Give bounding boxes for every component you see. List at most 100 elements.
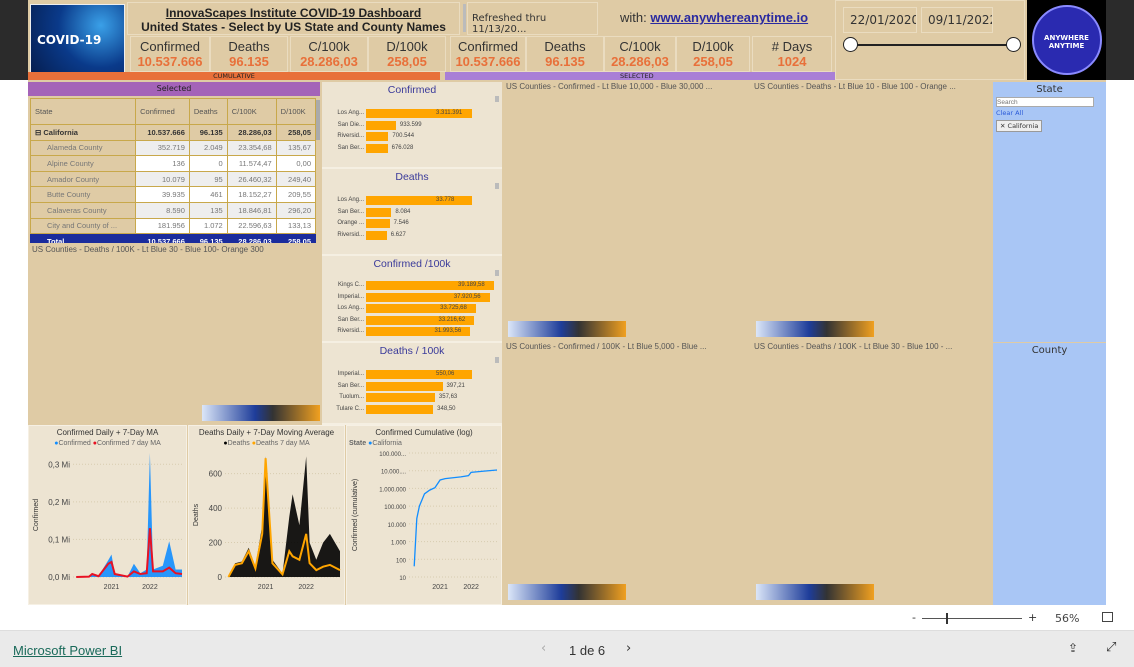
bar-chart-1: Deaths Los Ang... 33.778 San Ber... 8.084 Ora… [322, 169, 502, 256]
zoom-in-button[interactable]: + [1028, 611, 1037, 624]
scrollbar[interactable] [463, 4, 466, 32]
bar-row[interactable]: Los Ang... 33.725,68 [322, 303, 502, 315]
bar[interactable] [366, 404, 434, 414]
chart-deaths-daily: Deaths Daily + 7-Day Moving Average ●Deat… [188, 425, 345, 605]
state-slicer: State Clear All ✕ California [993, 82, 1106, 342]
cumulative-kpi-0: Confirmed 10.537.666 [130, 36, 210, 72]
table-row-state[interactable]: ⊟ California 10.537.666 96.135 28.286,03 258… [29, 124, 317, 141]
county-slicer-title: County [1031, 345, 1068, 356]
legend-item[interactable]: ●Deaths [223, 440, 249, 447]
x-tick-label: 2021 [432, 584, 448, 591]
map-confirmed[interactable]: US Counties - Confirmed - Lt Blue 10,000… [502, 80, 750, 340]
x-tick-label: 2021 [258, 584, 274, 591]
y-tick-label: 600 [209, 470, 223, 479]
y-tick-label: 10 [399, 576, 406, 582]
legend-item[interactable]: ●California [368, 440, 402, 447]
scrollbar[interactable] [495, 96, 499, 102]
zoom-slider-handle[interactable] [946, 613, 948, 624]
bar-row[interactable]: Riversid... 6.627 [322, 230, 502, 242]
share-icon[interactable]: ⇪ [1068, 641, 1078, 655]
bar[interactable] [366, 370, 472, 379]
selected-chip-california[interactable]: ✕ California [996, 120, 1043, 132]
scrollbar[interactable] [495, 183, 499, 189]
bar[interactable] [366, 207, 392, 217]
canvas-margin [0, 0, 28, 80]
bar-row[interactable]: Riversid... 700.544 [322, 131, 502, 143]
slider-end-handle[interactable] [1006, 37, 1021, 52]
series-line [413, 469, 498, 567]
column-header[interactable]: State [29, 98, 137, 125]
column-header[interactable]: Confirmed [135, 98, 190, 125]
fit-page-icon[interactable] [1102, 612, 1113, 622]
legend-item[interactable]: ●Confirmed 7 day MA [93, 440, 161, 447]
bar-row[interactable]: Imperial... 550,06 [322, 369, 502, 381]
bar-row[interactable]: San Die... 933.599 [322, 120, 502, 132]
bar[interactable] [366, 219, 390, 228]
clear-all-link[interactable]: Clear All [996, 109, 1106, 117]
zoom-out-button[interactable]: - [912, 611, 916, 624]
collapse-icon[interactable]: ⊟ [35, 128, 41, 137]
bar-row[interactable]: Imperial... 37.920,56 [322, 292, 502, 304]
bar-row[interactable]: Tulare C... 348,50 [322, 404, 502, 416]
bar-row[interactable]: San Ber... 33.216,62 [322, 315, 502, 327]
slider-start-handle[interactable] [843, 37, 858, 52]
scrollbar[interactable] [495, 357, 499, 363]
bar[interactable] [366, 381, 443, 391]
bar[interactable] [366, 143, 388, 153]
prev-page-icon[interactable]: ‹ [541, 641, 546, 656]
refreshed-label: Refreshed thru 11/13/20... [467, 2, 598, 35]
table-row[interactable]: Alameda County 352.719 2.049 23.354,68 135,6… [29, 139, 317, 157]
bar-row[interactable]: San Ber... 8.084 [322, 207, 502, 219]
zoom-bar: - + 56% [0, 605, 1134, 631]
y-tick-label: 100.000 [384, 505, 406, 511]
column-header[interactable]: Deaths [188, 98, 228, 125]
bar-row[interactable]: Orange ... 7.546 [322, 218, 502, 230]
table-row[interactable]: Butte County 39.935 461 18.152,27 209,55 [29, 186, 317, 203]
next-page-icon[interactable]: › [626, 641, 631, 656]
column-header[interactable]: C/100K [226, 98, 277, 125]
bar-row[interactable]: San Ber... 676.028 [322, 143, 502, 155]
state-search-input[interactable] [996, 97, 1094, 107]
bar[interactable] [366, 393, 435, 402]
y-tick-label: 100 [396, 558, 407, 564]
website-link[interactable]: www.anywhereanytime.io [650, 10, 808, 25]
remove-icon[interactable]: ✕ [1000, 122, 1005, 130]
y-tick-label: 0 [218, 573, 223, 582]
map-deaths-100k[interactable]: US Counties - Deaths / 100K - Lt Blue 30… [750, 340, 992, 605]
scrollbar[interactable] [495, 270, 499, 276]
table-row[interactable]: Calaveras County 8.590 135 18.846,81 296,20 [29, 201, 317, 219]
map-legend-gradient [756, 584, 874, 600]
map-deaths[interactable]: US Counties - Deaths - Lt Blue 10 - Blue… [750, 80, 992, 340]
power-bi-link[interactable]: Microsoft Power BI [13, 643, 122, 658]
bar[interactable] [366, 230, 387, 240]
bar[interactable] [366, 196, 472, 205]
end-date-input[interactable]: 09/11/2022 [921, 7, 993, 33]
legend-item[interactable]: ●Confirmed [54, 440, 91, 447]
bar-chart-0: Confirmed Los Ang... 3.311.391 San Die... 93… [322, 82, 502, 169]
table-row[interactable]: Alpine County 136 0 11.574,47 0,00 [29, 155, 317, 172]
table-row[interactable]: City and County of ... 181.956 1.072 22.596… [29, 217, 317, 235]
table-scrollbar[interactable] [316, 100, 320, 140]
legend-item[interactable]: ●Deaths 7 day MA [252, 440, 310, 447]
selected-kpi-3: D/100k 258,05 [676, 36, 750, 72]
bar-row[interactable]: Kings C... 39.189,58 [322, 280, 502, 292]
bar[interactable] [366, 132, 389, 141]
map-deaths-100k-left[interactable]: US Counties - Deaths / 100K - Lt Blue 30… [28, 243, 320, 425]
zoom-slider[interactable] [922, 618, 1022, 619]
bar-row[interactable]: Riversid... 31.993,56 [322, 326, 502, 338]
cumulative-kpi-2: C/100k 28.286,03 [290, 36, 368, 72]
bar[interactable] [366, 120, 396, 130]
bar-row[interactable]: Los Ang... 3.311.391 [322, 108, 502, 120]
page-subtitle: United States - Select by US State and C… [141, 20, 446, 34]
y-axis-label: Confirmed (cumulative) [352, 479, 359, 551]
start-date-input[interactable]: 22/01/2020 [843, 7, 917, 33]
cumulative-band: CUMULATIVE [28, 72, 440, 80]
page-title: InnovaScapes Institute COVID-19 Dashboar… [165, 6, 422, 20]
table-row[interactable]: Amador County 10.079 95 26.460,32 249,40 [29, 170, 317, 188]
map-confirmed-100k[interactable]: US Counties - Confirmed / 100K - Lt Blue… [502, 340, 750, 605]
bar-row[interactable]: San Ber... 397,21 [322, 381, 502, 393]
bar-row[interactable]: Los Ang... 33.778 [322, 195, 502, 207]
column-header[interactable]: D/100K [275, 98, 317, 125]
bar-row[interactable]: Tuolum... 357,63 [322, 392, 502, 404]
fullscreen-icon[interactable]: ⤢ [1106, 640, 1116, 655]
